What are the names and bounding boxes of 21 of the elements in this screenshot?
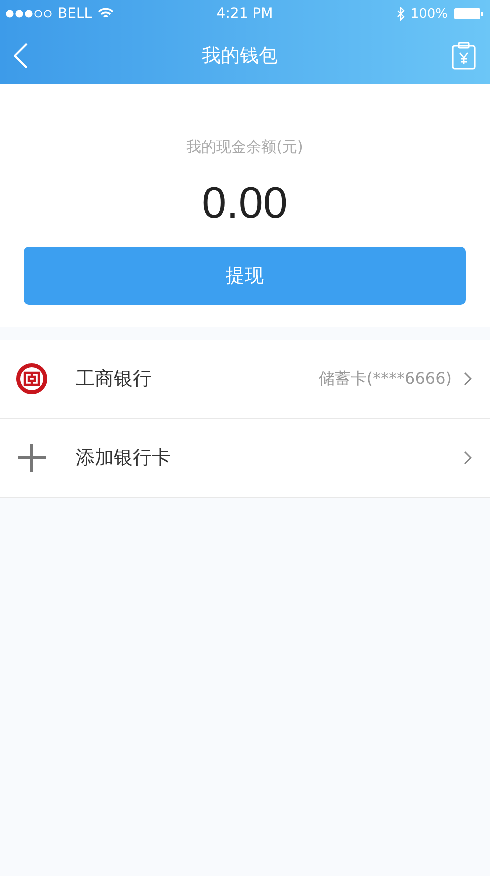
bank-logo-icon (16, 363, 48, 395)
row-label: 添加银行卡 (76, 446, 172, 471)
carrier-name: BELL (58, 6, 92, 22)
balance-label: 我的现金余额(元) (186, 138, 304, 157)
signal-icon (6, 10, 52, 18)
battery-icon (454, 8, 484, 20)
battery-percent: 100% (410, 6, 448, 22)
row-label: 工商银行 (76, 367, 153, 392)
chevron-right-icon (464, 372, 472, 386)
status-time: 4:21 PM (216, 6, 274, 22)
list-row[interactable]: 工商银行 储蓄卡(****6666) (0, 340, 490, 419)
plus-icon (16, 442, 48, 474)
bluetooth-icon (396, 7, 405, 21)
wifi-icon (98, 8, 114, 20)
list-row[interactable]: 添加银行卡 (0, 419, 490, 498)
balance-amount: 0.00 (202, 179, 288, 229)
chevron-right-icon (464, 451, 472, 465)
yen-clipboard-icon[interactable] (452, 42, 476, 70)
back-icon[interactable] (14, 43, 28, 69)
page-title: 我的钱包 (202, 44, 278, 69)
card-detail: 储蓄卡(****6666) (318, 368, 452, 390)
